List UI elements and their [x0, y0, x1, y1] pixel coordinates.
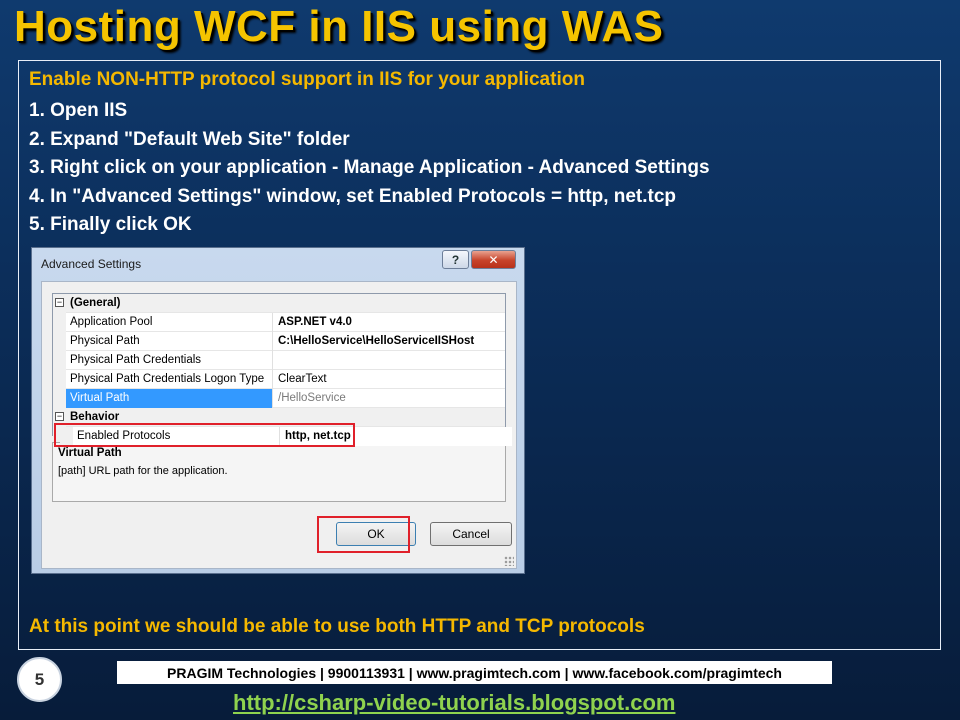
category-general[interactable]: − (General)	[53, 294, 505, 313]
cancel-button[interactable]: Cancel	[430, 522, 512, 546]
description-text: [path] URL path for the application.	[58, 465, 228, 477]
property-value[interactable]: /HelloService	[274, 389, 346, 408]
collapse-icon[interactable]: −	[55, 412, 64, 421]
property-name: Virtual Path	[66, 389, 273, 408]
property-value[interactable]: C:\HelloService\HelloServiceIISHost	[274, 332, 474, 351]
property-row-virtual-path[interactable]: Virtual Path /HelloService	[53, 389, 505, 408]
property-name: Physical Path	[66, 332, 273, 351]
ok-button-highlight	[317, 516, 410, 553]
row-gutter	[53, 389, 66, 408]
enabled-protocols-highlight	[54, 423, 355, 447]
description-panel: Virtual Path [path] URL path for the app…	[52, 442, 506, 502]
property-grid: − (General) Application Pool ASP.NET v4.…	[52, 293, 506, 436]
content-box: Enable NON-HTTP protocol support in IIS …	[18, 60, 941, 650]
step-item: 4. In "Advanced Settings" window, set En…	[29, 185, 677, 207]
step-item: 1. Open IIS	[29, 100, 128, 121]
step-item: 5. Finally click OK	[29, 214, 192, 235]
steps-list: 1. Open IIS 2. Expand "Default Web Site"…	[29, 97, 710, 240]
advanced-settings-dialog: Advanced Settings ? ✕ − (General) Applic…	[31, 247, 525, 574]
property-name: Physical Path Credentials Logon Type	[66, 370, 273, 389]
row-gutter	[53, 313, 66, 332]
page-number: 5	[17, 657, 62, 702]
close-button[interactable]: ✕	[471, 250, 516, 269]
property-name: Application Pool	[66, 313, 273, 332]
footer-url-link[interactable]: http://csharp-video-tutorials.blogspot.c…	[233, 690, 675, 716]
collapse-icon[interactable]: −	[55, 298, 64, 307]
conclusion-text: At this point we should be able to use b…	[29, 616, 645, 637]
footer-company: PRAGIM Technologies | 9900113931 | www.p…	[117, 661, 832, 684]
property-row-application-pool[interactable]: Application Pool ASP.NET v4.0	[53, 313, 505, 332]
resize-grip-icon[interactable]	[504, 556, 514, 566]
step-item: 2. Expand "Default Web Site" folder	[29, 128, 350, 150]
property-row-physical-path[interactable]: Physical Path C:\HelloService\HelloServi…	[53, 332, 505, 351]
row-gutter	[53, 332, 66, 351]
property-row-physical-path-credentials[interactable]: Physical Path Credentials	[53, 351, 505, 370]
property-row-logon-type[interactable]: Physical Path Credentials Logon Type Cle…	[53, 370, 505, 389]
category-label: (General)	[70, 297, 121, 309]
step-item: 3. Right click on your application - Man…	[29, 157, 710, 178]
property-value[interactable]	[274, 351, 278, 370]
property-value[interactable]: ASP.NET v4.0	[274, 313, 352, 332]
slide-title: Hosting WCF in IIS using WAS	[14, 2, 664, 51]
property-name: Physical Path Credentials	[66, 351, 273, 370]
help-button[interactable]: ?	[442, 250, 469, 269]
row-gutter	[53, 370, 66, 389]
property-value[interactable]: ClearText	[274, 370, 327, 389]
row-gutter	[53, 351, 66, 370]
intro-text: Enable NON-HTTP protocol support in IIS …	[29, 69, 585, 90]
dialog-title: Advanced Settings	[41, 257, 142, 271]
description-title: Virtual Path	[58, 447, 122, 459]
